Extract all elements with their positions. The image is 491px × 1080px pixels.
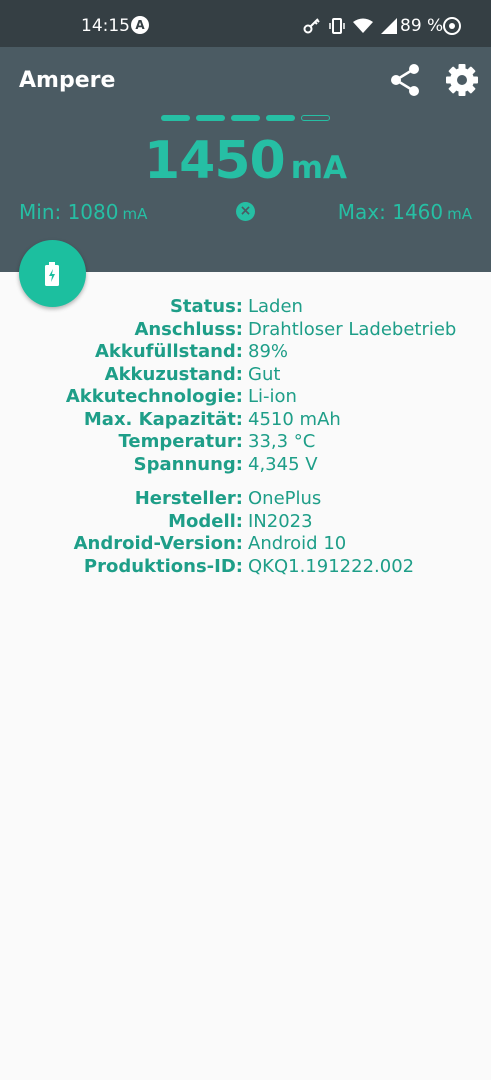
vibrate-icon <box>329 18 345 34</box>
current-reading: 1450 mA <box>0 131 491 191</box>
info-label: Status: <box>169 296 243 317</box>
min-reading: Min: 1080 mA <box>19 200 147 224</box>
info-label: Akkufüllstand: <box>94 341 243 362</box>
battery-charging-icon <box>45 262 59 286</box>
signal-icon <box>381 18 397 34</box>
info-label: Akkuzustand: <box>104 363 243 385</box>
info-label: Spannung: <box>133 453 243 475</box>
info-row: Max. Kapazität: 4510 mAh <box>0 409 491 432</box>
info-row: Hersteller: OnePlus <box>0 488 491 511</box>
current-unit: mA <box>290 150 348 186</box>
key-icon <box>303 18 320 34</box>
info-value: Android 10 <box>248 533 347 554</box>
min-label: Min: 1080 <box>19 200 119 224</box>
info-value: Laden <box>248 296 303 317</box>
min-unit: mA <box>122 205 148 223</box>
info-value: QKQ1.191222.002 <box>248 555 415 577</box>
level-bar-filled <box>231 115 260 121</box>
info-label: Android-Version: <box>73 533 243 554</box>
info-label: Modell: <box>168 510 243 532</box>
info-value: IN2023 <box>248 510 313 532</box>
info-value: Drahtloser Ladebetrieb <box>248 318 457 340</box>
device-info-list: Hersteller: OnePlus Modell: IN2023 Android… <box>0 488 491 578</box>
level-indicator <box>161 115 330 121</box>
settings-button[interactable] <box>443 61 481 99</box>
share-icon <box>391 64 419 96</box>
share-button[interactable] <box>386 61 424 99</box>
info-value: 4,345 V <box>248 453 318 475</box>
info-label: Anschluss: <box>134 318 243 340</box>
info-row: Android-Version: Android 10 <box>0 533 491 556</box>
gear-icon <box>446 64 478 96</box>
info-row: Modell: IN2023 <box>0 511 491 534</box>
reset-minmax-button[interactable]: × <box>236 202 255 221</box>
max-unit: mA <box>447 205 472 223</box>
info-value: Li-ion <box>248 386 297 407</box>
info-row: Status: Laden <box>0 296 491 319</box>
info-value: Gut <box>248 363 281 385</box>
level-bar-filled <box>196 115 225 121</box>
wifi-icon <box>353 18 373 33</box>
battery-percent: 89 % <box>400 16 444 36</box>
circle-icon <box>443 17 461 35</box>
max-reading: Max: 1460 mA <box>338 200 472 224</box>
info-row: Temperatur: 33,3 °C <box>0 431 491 454</box>
info-value: 4510 mAh <box>248 408 341 430</box>
info-row: Anschluss: Drahtloser Ladebetrieb <box>0 319 491 342</box>
info-row: Produktions-ID: QKQ1.191222.002 <box>0 556 491 579</box>
level-bar-empty <box>301 115 330 121</box>
status-bar: 14:15 A 89 % <box>0 0 491 47</box>
a-icon: A <box>131 16 149 34</box>
level-bar-filled <box>266 115 295 121</box>
info-label: Hersteller: <box>134 488 243 509</box>
status-time: 14:15 <box>81 16 130 36</box>
info-row: Akkutechnologie: Li-ion <box>0 386 491 409</box>
level-bar-filled <box>161 115 190 121</box>
info-label: Max. Kapazität: <box>83 408 243 430</box>
info-row: Akkuzustand: Gut <box>0 364 491 387</box>
info-value: OnePlus <box>248 488 322 509</box>
close-circle-icon: × <box>239 203 252 219</box>
battery-info-list: Status: Laden Anschluss: Drahtloser Ladebe… <box>0 296 491 476</box>
app-title: Ampere <box>19 68 116 93</box>
info-value: 33,3 °C <box>248 431 316 452</box>
app-header: Ampere 1450 mA Min: 1080 mA × Max: 1460 … <box>0 47 491 272</box>
status-icons <box>303 15 397 37</box>
current-value: 1450 <box>143 131 286 191</box>
info-label: Produktions-ID: <box>83 555 243 577</box>
info-row: Spannung: 4,345 V <box>0 454 491 477</box>
info-label: Temperatur: <box>118 431 243 452</box>
info-row: Akkufüllstand: 89% <box>0 341 491 364</box>
info-label: Akkutechnologie: <box>65 386 243 407</box>
max-label: Max: 1460 <box>337 200 444 224</box>
info-value: 89% <box>248 341 289 362</box>
